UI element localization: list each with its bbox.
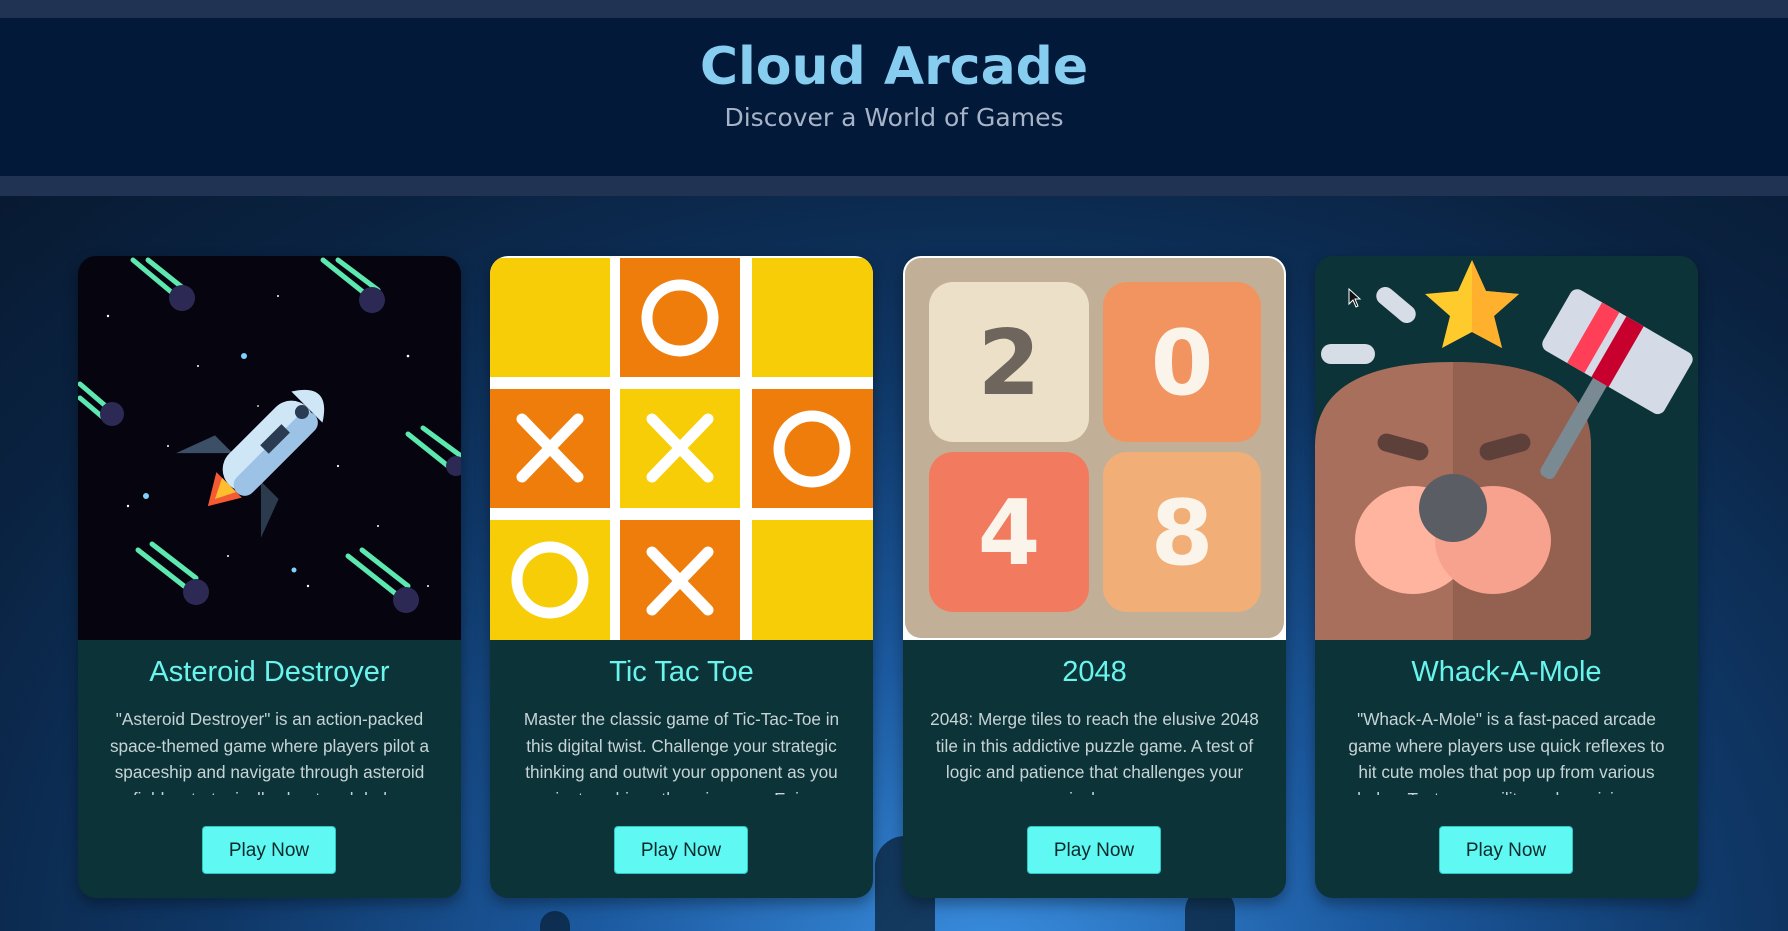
game-title: Tic Tac Toe bbox=[609, 656, 754, 688]
game-card-whack-a-mole: Whack-A-Mole "Whack-A-Mole" is a fast-pa… bbox=[1315, 256, 1698, 898]
tile-number: 0 bbox=[1151, 311, 1214, 416]
play-now-button[interactable]: Play Now bbox=[202, 826, 336, 874]
tile-number: 4 bbox=[978, 481, 1041, 586]
background-silhouette bbox=[540, 911, 570, 931]
rocket-asteroids-icon bbox=[78, 256, 461, 640]
tile-number: 8 bbox=[1151, 481, 1214, 586]
game-description: "Asteroid Destroyer" is an action-packed… bbox=[109, 709, 430, 795]
mouse-cursor-icon bbox=[1348, 288, 1362, 308]
game-description: "Whack-A-Mole" is a fast-paced arcade ga… bbox=[1348, 709, 1665, 795]
game-card-2048: 2 0 4 8 2048 2048: Merge tiles to reach … bbox=[903, 256, 1286, 898]
top-band bbox=[0, 0, 1788, 18]
mole-hammer-icon bbox=[1315, 256, 1698, 640]
header-divider bbox=[0, 176, 1788, 196]
game-title: Asteroid Destroyer bbox=[149, 656, 390, 688]
game-description: Master the classic game of Tic-Tac-Toe i… bbox=[523, 709, 840, 795]
game-card-tic-tac-toe: Tic Tac Toe Master the classic game of T… bbox=[490, 256, 873, 898]
game-card-asteroid-destroyer: Asteroid Destroyer "Asteroid Destroyer" … bbox=[78, 256, 461, 898]
play-now-button[interactable]: Play Now bbox=[1027, 826, 1161, 874]
site-subtitle: Discover a World of Games bbox=[724, 103, 1064, 132]
site-title: Cloud Arcade bbox=[699, 37, 1089, 97]
play-now-button[interactable]: Play Now bbox=[614, 826, 748, 874]
game-title: Whack-A-Mole bbox=[1411, 656, 1602, 688]
tile-number: 2 bbox=[978, 311, 1041, 416]
site-header: Cloud Arcade Discover a World of Games bbox=[0, 18, 1788, 176]
tic-tac-toe-board-icon bbox=[490, 256, 873, 640]
play-now-button[interactable]: Play Now bbox=[1439, 826, 1573, 874]
2048-tiles-icon: 2 0 4 8 bbox=[903, 256, 1286, 640]
game-title: 2048 bbox=[1062, 656, 1127, 688]
game-description: 2048: Merge tiles to reach the elusive 2… bbox=[930, 709, 1259, 795]
games-section: Asteroid Destroyer "Asteroid Destroyer" … bbox=[0, 196, 1788, 931]
